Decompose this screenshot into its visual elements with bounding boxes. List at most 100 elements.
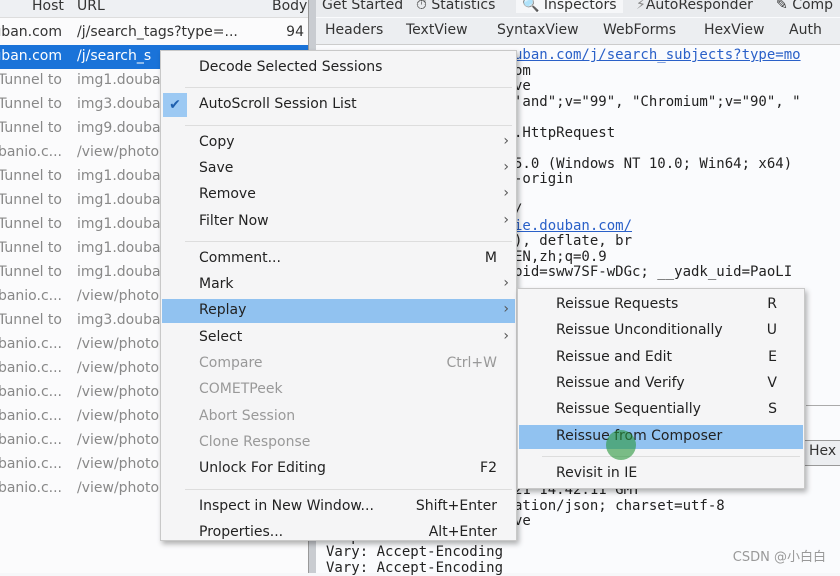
cursor-highlight	[606, 430, 636, 460]
menu-item-label: Save	[199, 159, 234, 176]
session-host: uban.com	[0, 24, 62, 40]
session-url: /view/photo	[77, 480, 160, 496]
session-host: banio.c...	[0, 336, 62, 352]
session-host: banio.c...	[0, 384, 62, 400]
menu-item-comment[interactable]: Comment... M	[162, 247, 515, 271]
tab-webforms[interactable]: WebForms	[603, 22, 676, 38]
session-host: Tunnel to	[0, 168, 62, 184]
session-url: /j/search_tags?type=...	[77, 24, 238, 40]
tab-inspectors[interactable]: 🔍 Inspectors	[516, 0, 623, 13]
menu-item-reissue-and-verify[interactable]: Reissue and Verify V	[519, 372, 803, 396]
menu-item-shortcut: R	[767, 296, 777, 312]
menu-item-revisit-in-ie[interactable]: Revisit in IE	[519, 462, 803, 486]
chevron-right-icon: ›	[503, 211, 509, 228]
tab-auth[interactable]: Auth	[789, 22, 822, 38]
session-row[interactable]: uban.com/j/search_tags?type=... 94	[0, 21, 308, 45]
menu-item-save[interactable]: Save ›	[162, 157, 515, 181]
session-host: Tunnel to	[0, 264, 62, 280]
checkmark-icon: ✔	[163, 93, 187, 118]
menu-item-copy[interactable]: Copy ›	[162, 131, 515, 155]
menu-item-properties[interactable]: Properties... Alt+Enter	[162, 521, 515, 545]
menu-item-remove[interactable]: Remove ›	[162, 183, 515, 207]
session-host: banio.c...	[0, 480, 62, 496]
tab-statistics[interactable]: ⏱ Statistics	[416, 0, 495, 13]
menu-separator	[185, 87, 512, 89]
response-header-line: Vary: Accept-Encoding	[326, 559, 504, 576]
menu-item-compare[interactable]: Compare Ctrl+W	[162, 352, 515, 376]
menu-item-decode-selected-sessions[interactable]: Decode Selected Sessions	[162, 56, 515, 80]
header-link[interactable]: uban.com/j/search_subjects?type=mo	[514, 47, 801, 63]
session-url: img1.douba	[77, 168, 161, 184]
header-line: ), deflate, br	[514, 233, 633, 249]
session-url: img3.douba	[77, 312, 161, 328]
menu-item-label: Properties...	[199, 523, 284, 540]
tab-hexview[interactable]: HexView	[704, 22, 764, 38]
menu-item-label: Unlock For Editing	[199, 460, 326, 477]
menu-item-reissue-sequentially[interactable]: Reissue Sequentially S	[519, 398, 803, 422]
menu-item-shortcut: Shift+Enter	[415, 497, 497, 514]
tab-autoresponder[interactable]: ⚡AutoResponder	[636, 0, 753, 13]
menu-item-cometpeek[interactable]: COMETPeek	[162, 378, 515, 402]
header-line: EN,zh;q=0.9	[514, 248, 607, 265]
session-host: banio.c...	[0, 456, 62, 472]
menu-item-autoscroll-session-list[interactable]: ✔ AutoScroll Session List	[162, 93, 515, 118]
menu-item-reissue-unconditionally[interactable]: Reissue Unconditionally U	[519, 319, 803, 343]
menu-item-shortcut: E	[768, 348, 777, 365]
tab-textview[interactable]: TextView	[406, 22, 468, 38]
session-url: img1.douba	[77, 240, 161, 256]
chevron-right-icon: ›	[503, 158, 509, 175]
menu-item-mark[interactable]: Mark ›	[162, 273, 515, 297]
session-url: img3.douba	[77, 96, 161, 112]
stopwatch-icon: ⏱	[416, 0, 432, 13]
menu-item-replay[interactable]: Replay ›	[162, 299, 515, 324]
menu-item-label: Mark	[199, 276, 234, 293]
menu-item-clone-response[interactable]: Clone Response	[162, 431, 515, 455]
menu-item-reissue-requests[interactable]: Reissue Requests R	[519, 293, 803, 317]
column-body[interactable]: Body	[272, 0, 307, 14]
tab-syntaxview[interactable]: SyntaxView	[497, 22, 579, 38]
tab-get-started[interactable]: Get Started	[322, 0, 403, 13]
session-host: banio.c...	[0, 360, 62, 376]
menu-item-label: Inspect in New Window...	[199, 497, 374, 514]
header-line: bid=sww7SF-wDGc; __yadk_uid=PaoLI	[514, 264, 793, 280]
menu-item-abort-session[interactable]: Abort Session	[162, 405, 515, 429]
menu-item-label: Compare	[199, 355, 263, 371]
header-link[interactable]: ie.douban.com/	[514, 218, 632, 234]
session-host: Tunnel to	[0, 96, 62, 112]
menu-item-label: Filter Now	[199, 212, 269, 229]
menu-item-unlock-for-editing[interactable]: Unlock For Editing F2	[162, 457, 515, 481]
menu-item-reissue-and-edit[interactable]: Reissue and Edit E	[519, 346, 803, 370]
menu-item-filter-now[interactable]: Filter Now ›	[162, 210, 515, 234]
session-url: /j/search_s	[77, 48, 152, 64]
session-url: img1.douba	[77, 264, 161, 280]
tab-response-hex[interactable]: Hex	[804, 440, 840, 466]
session-host: banio.c...	[0, 288, 62, 304]
response-header-line: Vary: Accept-Encoding	[326, 544, 504, 560]
inspect-icon: 🔍	[522, 0, 544, 13]
menu-item-label: Reissue and Verify	[556, 374, 685, 391]
session-host: Tunnel to	[0, 216, 62, 232]
session-url: /view/photo	[77, 336, 160, 352]
tab-headers[interactable]: Headers	[325, 22, 383, 38]
session-host: uban.com	[0, 48, 62, 64]
header-line: -origin	[514, 171, 574, 187]
session-list-header: Host URL Body	[0, 0, 312, 18]
menu-item-select[interactable]: Select ›	[162, 326, 515, 350]
menu-item-reissue-from-composer[interactable]: Reissue from Composer	[519, 424, 803, 449]
lightning-icon: ⚡	[636, 0, 646, 13]
chevron-right-icon: ›	[503, 327, 509, 344]
column-host[interactable]: Host	[32, 0, 64, 14]
menu-item-label: AutoScroll Session List	[199, 96, 357, 113]
menu-item-inspect-in-new-window[interactable]: Inspect in New Window... Shift+Enter	[162, 495, 515, 519]
tab-composer[interactable]: ✎ Comp	[776, 0, 833, 13]
menu-item-shortcut: M	[484, 249, 497, 266]
session-host: Tunnel to	[0, 240, 62, 256]
header-line: 'and";v="99", "Chromium";v="90", "	[514, 93, 801, 110]
session-url: /view/photo	[77, 456, 160, 472]
menu-item-label: COMETPeek	[199, 381, 283, 398]
menu-item-shortcut: F2	[480, 460, 497, 477]
session-host: Tunnel to	[0, 192, 62, 208]
column-url[interactable]: URL	[77, 0, 105, 14]
session-host: banio.c...	[0, 144, 62, 160]
chevron-right-icon: ›	[503, 301, 509, 318]
